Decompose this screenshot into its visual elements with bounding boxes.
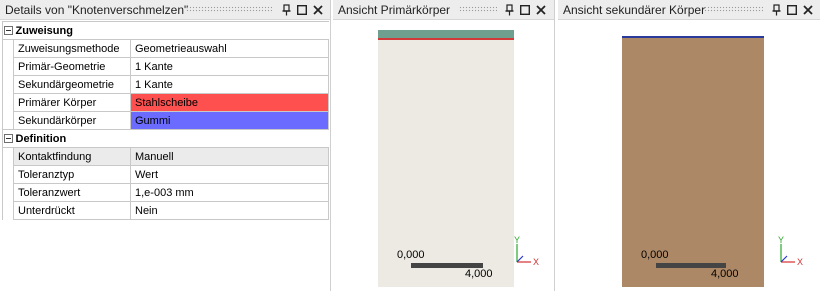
property-key: Primärer Körper	[13, 93, 131, 112]
group-label: Definition	[13, 129, 329, 148]
property-key: Zuweisungsmethode	[13, 39, 131, 58]
close-icon[interactable]	[801, 2, 815, 17]
scale-end-label: 4,000	[711, 268, 739, 280]
property-value[interactable]: Nein	[130, 201, 329, 220]
drag-grip[interactable]	[186, 6, 272, 13]
secondary-view-titlebar: Ansicht sekundärer Körper	[558, 0, 820, 20]
property-row[interactable]: Toleranztyp Wert	[2, 165, 329, 184]
property-row[interactable]: Zuweisungsmethode Geometrieauswahl	[2, 39, 329, 58]
property-row[interactable]: Sekundärgeometrie 1 Kante	[2, 75, 329, 94]
details-panel: Details von "Knotenverschmelzen" Zuweisu…	[0, 0, 331, 291]
restore-window-icon[interactable]	[518, 2, 532, 17]
property-value[interactable]: 1,e-003 mm	[130, 183, 329, 202]
primary-view-title: Ansicht Primärkörper	[338, 3, 451, 17]
axis-triad-icon: Y X	[514, 236, 539, 266]
property-key: Toleranzwert	[13, 183, 131, 202]
secondary-viewport[interactable]: 0,000 4,000 Y X	[558, 21, 820, 291]
property-key: Sekundärgeometrie	[13, 75, 131, 94]
secondary-view-title: Ansicht sekundärer Körper	[563, 3, 706, 17]
axis-y-label: Y	[778, 236, 784, 245]
property-row[interactable]: Unterdrückt Nein	[2, 201, 329, 220]
group-label: Zuweisung	[13, 21, 329, 40]
axis-y-label: Y	[514, 236, 520, 245]
details-title: Details von "Knotenverschmelzen"	[5, 3, 189, 17]
properties-grid: Zuweisung Zuweisungsmethode Geometrieaus…	[2, 21, 329, 220]
property-key: Toleranztyp	[13, 165, 131, 184]
group-header-definition[interactable]: Definition	[2, 129, 329, 148]
collapse-icon[interactable]	[2, 21, 14, 40]
property-value: Manuell	[130, 147, 329, 166]
property-value[interactable]: Wert	[130, 165, 329, 184]
primary-body-value[interactable]: Stahlscheibe	[130, 93, 329, 112]
secondary-view-panel: Ansicht sekundärer Körper 0,000 4,000 Y …	[558, 0, 820, 291]
property-row[interactable]: Primär-Geometrie 1 Kante	[2, 57, 329, 76]
group-header-zuweisung[interactable]: Zuweisung	[2, 21, 329, 40]
details-titlebar: Details von "Knotenverschmelzen"	[0, 0, 330, 20]
secondary-edge-highlight	[622, 36, 764, 38]
restore-window-icon[interactable]	[295, 2, 309, 17]
primary-view-panel: Ansicht Primärkörper 0,000 4,000 Y X	[333, 0, 555, 291]
close-icon[interactable]	[311, 2, 325, 17]
drag-grip[interactable]	[459, 6, 497, 13]
property-key: Sekundärkörper	[13, 111, 131, 130]
property-key: Unterdrückt	[13, 201, 131, 220]
property-row[interactable]: Primärer Körper Stahlscheibe	[2, 93, 329, 112]
axis-triad-icon: Y X	[778, 236, 803, 266]
pin-icon[interactable]	[502, 2, 516, 17]
axis-x-label: X	[797, 257, 803, 266]
pin-icon[interactable]	[279, 2, 293, 17]
scale-end-label: 4,000	[465, 268, 493, 280]
primary-viewport[interactable]: 0,000 4,000 Y X	[333, 21, 554, 291]
drag-grip[interactable]	[704, 6, 763, 13]
property-row[interactable]: Kontaktfindung Manuell	[2, 147, 329, 166]
collapse-icon[interactable]	[2, 129, 14, 148]
scale-start-label: 0,000	[397, 249, 425, 261]
close-icon[interactable]	[534, 2, 548, 17]
property-key: Kontaktfindung	[13, 147, 131, 166]
property-row[interactable]: Toleranzwert 1,e-003 mm	[2, 183, 329, 202]
primary-edge-highlight	[378, 38, 514, 40]
property-value[interactable]: 1 Kante	[130, 57, 329, 76]
property-value[interactable]: Geometrieauswahl	[130, 39, 329, 58]
pin-icon[interactable]	[769, 2, 783, 17]
scale-start-label: 0,000	[641, 249, 669, 261]
property-key: Primär-Geometrie	[13, 57, 131, 76]
restore-window-icon[interactable]	[785, 2, 799, 17]
primary-view-titlebar: Ansicht Primärkörper	[333, 0, 554, 20]
axis-x-label: X	[533, 257, 539, 266]
property-value[interactable]: 1 Kante	[130, 75, 329, 94]
secondary-body-value[interactable]: Gummi	[130, 111, 329, 130]
property-row[interactable]: Sekundärkörper Gummi	[2, 111, 329, 130]
